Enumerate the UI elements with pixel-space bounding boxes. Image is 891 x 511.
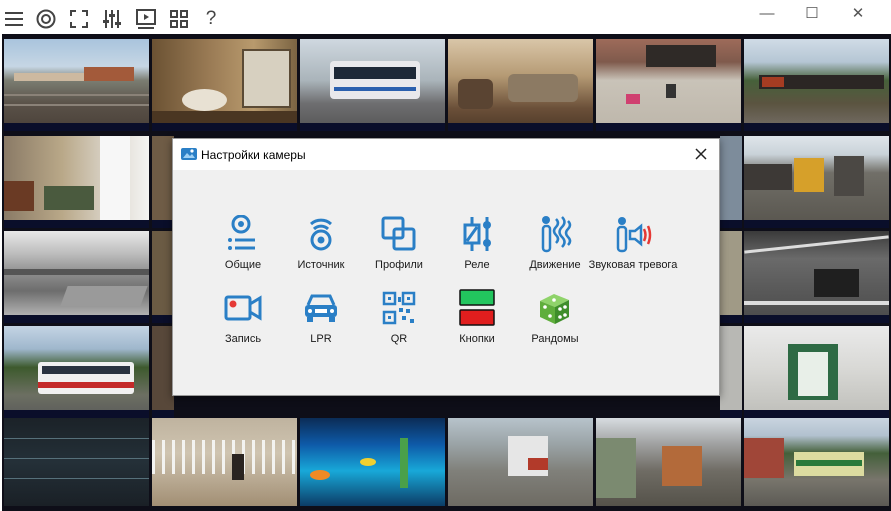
- camera-tile[interactable]: [4, 418, 149, 506]
- camera-tile[interactable]: [4, 136, 149, 228]
- tile-random[interactable]: Рандомы: [516, 289, 594, 355]
- record-icon: [224, 295, 262, 321]
- dialog-title-bar: Настройки камеры: [173, 139, 719, 170]
- general-settings-icon: [228, 215, 255, 250]
- camera-tile[interactable]: [4, 39, 149, 131]
- menu-icon[interactable]: [1, 6, 27, 32]
- sound-alarm-icon: [616, 217, 652, 253]
- grid-icon[interactable]: [166, 6, 192, 32]
- camera-tile[interactable]: [744, 418, 889, 506]
- tile-profiles[interactable]: Профили: [360, 215, 438, 281]
- camera-tile[interactable]: [4, 231, 149, 323]
- tile-random-label: Рандомы: [531, 333, 579, 345]
- tile-lpr[interactable]: LPR: [282, 289, 360, 355]
- camera-tile[interactable]: [744, 136, 889, 228]
- dialog-title: Настройки камеры: [201, 148, 306, 162]
- camera-tile[interactable]: [152, 231, 174, 323]
- camera-tile[interactable]: [744, 231, 889, 323]
- camera-tile[interactable]: [744, 326, 889, 418]
- tile-source[interactable]: Источник: [282, 215, 360, 281]
- camera-tile[interactable]: [720, 136, 742, 228]
- camera-tile[interactable]: [152, 39, 297, 131]
- tile-sound-alarm[interactable]: Звуковая тревога: [589, 215, 677, 281]
- camera-tile[interactable]: [596, 39, 741, 131]
- camera-tile[interactable]: [4, 326, 149, 418]
- playback-icon[interactable]: [133, 6, 159, 32]
- source-icon: [310, 218, 332, 251]
- motion-icon: [541, 216, 572, 253]
- tile-relay[interactable]: Реле: [438, 215, 516, 281]
- fullscreen-icon[interactable]: [66, 6, 92, 32]
- camera-tile[interactable]: [744, 39, 889, 131]
- maximize-button[interactable]: ☐: [789, 0, 835, 26]
- equalizer-icon[interactable]: [99, 6, 125, 32]
- lpr-car-icon: [305, 294, 337, 322]
- camera-tile[interactable]: [448, 39, 593, 131]
- tile-record[interactable]: Запись: [204, 289, 282, 355]
- camera-tile[interactable]: [596, 418, 741, 506]
- camera-tile[interactable]: [720, 326, 742, 418]
- camera-tile[interactable]: [152, 136, 174, 228]
- buttons-icon: [459, 289, 495, 326]
- relay-icon: [463, 217, 491, 251]
- tile-motion[interactable]: Движение: [516, 215, 594, 281]
- profiles-icon: [381, 216, 416, 251]
- tile-sound-alarm-label: Звуковая тревога: [588, 259, 678, 271]
- tile-general[interactable]: Общие: [204, 215, 282, 281]
- top-toolbar: ? — ☐ ✕: [0, 0, 891, 34]
- tile-qr[interactable]: QR: [360, 289, 438, 355]
- qr-icon: [382, 291, 416, 325]
- tile-buttons[interactable]: Кнопки: [438, 289, 516, 355]
- camera-target-icon[interactable]: [33, 6, 59, 32]
- camera-tile[interactable]: [300, 418, 445, 506]
- camera-tile[interactable]: [300, 39, 445, 131]
- window-close-button[interactable]: ✕: [835, 0, 881, 26]
- camera-tile[interactable]: [152, 418, 297, 506]
- camera-tile[interactable]: [448, 418, 593, 506]
- camera-tile[interactable]: [720, 231, 742, 323]
- dice-icon: [540, 294, 569, 324]
- close-icon: [695, 148, 707, 160]
- camera-settings-logo-icon: [181, 146, 197, 162]
- camera-tile[interactable]: [152, 326, 174, 418]
- dialog-close-button[interactable]: [691, 144, 711, 164]
- help-icon[interactable]: ?: [198, 6, 224, 32]
- camera-settings-dialog: Настройки камеры Общие Источник Профили: [172, 138, 720, 396]
- minimize-button[interactable]: —: [744, 0, 790, 26]
